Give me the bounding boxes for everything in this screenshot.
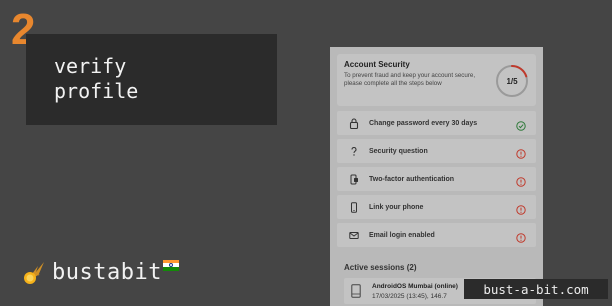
step-link-phone[interactable]: Link your phone	[337, 195, 536, 219]
step-label: Two-factor authentication	[369, 175, 455, 183]
title-card: verify profile	[26, 34, 277, 125]
session-time: 17/03/2025 (13:45), 146.7	[372, 293, 447, 300]
india-flag-icon	[162, 259, 179, 271]
alert-circle-icon	[516, 202, 526, 215]
flaming-ball-icon	[22, 258, 48, 286]
alert-circle-icon	[516, 174, 526, 187]
watermark: bust-a-bit.com	[464, 279, 608, 299]
title-line-2: profile	[54, 79, 139, 103]
account-security-description: To prevent fraud and keep your account s…	[344, 72, 476, 87]
alert-circle-icon	[516, 146, 526, 159]
step-label: Link your phone	[369, 203, 424, 211]
step-email-login[interactable]: Email login enabled	[337, 223, 536, 247]
step-security-question[interactable]: Security question	[337, 139, 536, 163]
progress-text: 1/5	[506, 76, 518, 86]
mail-icon	[348, 229, 360, 241]
check-circle-icon	[516, 118, 526, 131]
account-security-panel: Account Security To prevent fraud and ke…	[330, 47, 543, 306]
phone-icon	[348, 201, 360, 213]
step-label: Security question	[369, 147, 428, 155]
question-icon	[348, 145, 360, 157]
lock-icon	[348, 117, 360, 129]
step-label: Email login enabled	[369, 231, 435, 239]
step-two-factor[interactable]: Two-factor authentication	[337, 167, 536, 191]
device-icon	[351, 284, 361, 298]
account-security-title: Account Security	[344, 60, 410, 69]
title-line-1: verify	[54, 54, 127, 78]
alert-circle-icon	[516, 230, 526, 243]
brand-name: bustabit	[52, 259, 162, 285]
account-security-card: Account Security To prevent fraud and ke…	[337, 54, 536, 106]
step-change-password[interactable]: Change password every 30 days	[337, 111, 536, 135]
step-label: Change password every 30 days	[369, 119, 478, 127]
two-factor-icon	[348, 173, 360, 185]
brand: bustabit	[22, 258, 179, 286]
active-sessions-title: Active sessions (2)	[344, 263, 417, 272]
session-device: AndroidOS Mumbai (online)	[372, 283, 458, 290]
